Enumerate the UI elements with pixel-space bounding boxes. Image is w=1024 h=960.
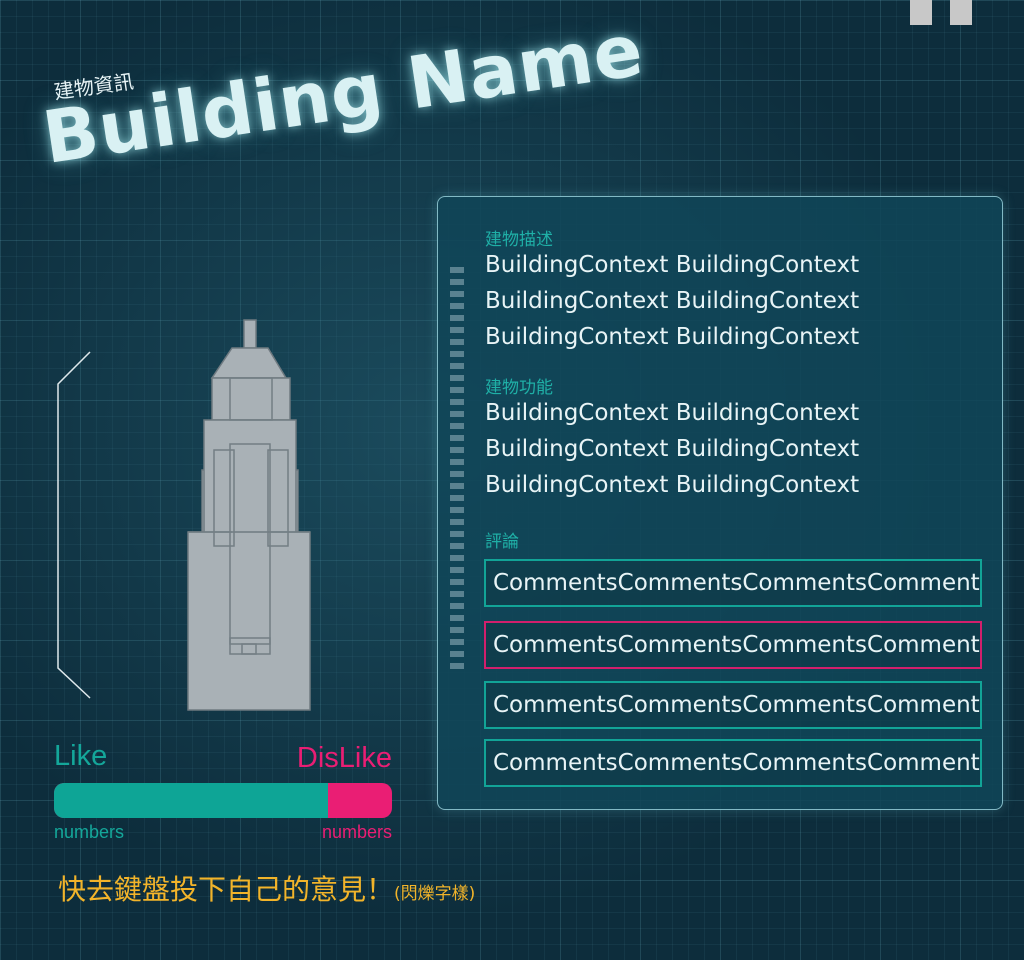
vote-prompt-text: 快去鍵盤投下自己的意見！ [58, 873, 395, 906]
vote-prompt-note: (閃爍字樣) [394, 884, 476, 904]
scroll-tick [450, 615, 464, 621]
scroll-tick [450, 327, 464, 333]
scroll-tick [450, 459, 464, 465]
pause-icon[interactable] [910, 0, 972, 25]
scroll-tick [450, 591, 464, 597]
function-text: BuildingContext BuildingContext Building… [485, 395, 859, 503]
scroll-tick [450, 447, 464, 453]
scroll-tick [450, 435, 464, 441]
scroll-tick [450, 471, 464, 477]
function-line: BuildingContext BuildingContext [485, 436, 860, 462]
like-fill [54, 783, 328, 818]
scroll-tick [450, 663, 464, 669]
dislike-label: DisLike [296, 742, 392, 774]
scroll-tick [450, 291, 464, 297]
building-model-icon [187, 319, 311, 711]
description-text: BuildingContext BuildingContext Building… [485, 247, 859, 355]
comment-item[interactable]: CommentsCommentsCommentsComments [484, 621, 982, 669]
vote-prompt: 快去鍵盤投下自己的意見！(閃爍字樣) [58, 868, 475, 908]
description-line: BuildingContext BuildingContext [485, 288, 860, 314]
comments-label: 評論 [485, 532, 519, 552]
scroll-track[interactable] [450, 267, 464, 675]
scroll-tick [450, 363, 464, 369]
scroll-tick [450, 639, 464, 645]
scroll-tick [450, 339, 464, 345]
scroll-tick [450, 351, 464, 357]
building-name-title: Building Name [37, 7, 649, 180]
scroll-tick [450, 567, 464, 573]
comment-item[interactable]: CommentsCommentsCommentsComments [484, 681, 982, 729]
like-label: Like [54, 740, 108, 772]
building-info-panel: 建物描述 BuildingContext BuildingContext Bui… [437, 196, 1003, 810]
function-line: BuildingContext BuildingContext [485, 400, 860, 426]
scroll-tick [450, 519, 464, 525]
scroll-tick [450, 279, 464, 285]
scroll-tick [450, 579, 464, 585]
description-line: BuildingContext BuildingContext [485, 252, 860, 278]
scroll-tick [450, 507, 464, 513]
scroll-tick [450, 531, 464, 537]
description-line: BuildingContext BuildingContext [485, 324, 860, 350]
scroll-tick [450, 387, 464, 393]
frame-bracket-icon [57, 351, 91, 699]
scroll-tick [450, 651, 464, 657]
scroll-tick [450, 423, 464, 429]
scroll-tick [450, 555, 464, 561]
scroll-tick [450, 267, 464, 273]
scroll-tick [450, 543, 464, 549]
scroll-tick [450, 627, 464, 633]
scroll-tick [450, 375, 464, 381]
scroll-tick [450, 315, 464, 321]
scroll-tick [450, 303, 464, 309]
vote-ratio-bar [54, 783, 392, 818]
scroll-tick [450, 399, 464, 405]
function-line: BuildingContext BuildingContext [485, 472, 860, 498]
scroll-tick [450, 483, 464, 489]
scroll-tick [450, 411, 464, 417]
like-count: numbers [54, 822, 125, 842]
comment-item[interactable]: CommentsCommentsCommentsComments [484, 739, 982, 787]
comment-item[interactable]: CommentsCommentsCommentsComments [484, 559, 982, 607]
scroll-tick [450, 495, 464, 501]
dislike-count: numbers [321, 822, 392, 842]
scroll-tick [450, 603, 464, 609]
